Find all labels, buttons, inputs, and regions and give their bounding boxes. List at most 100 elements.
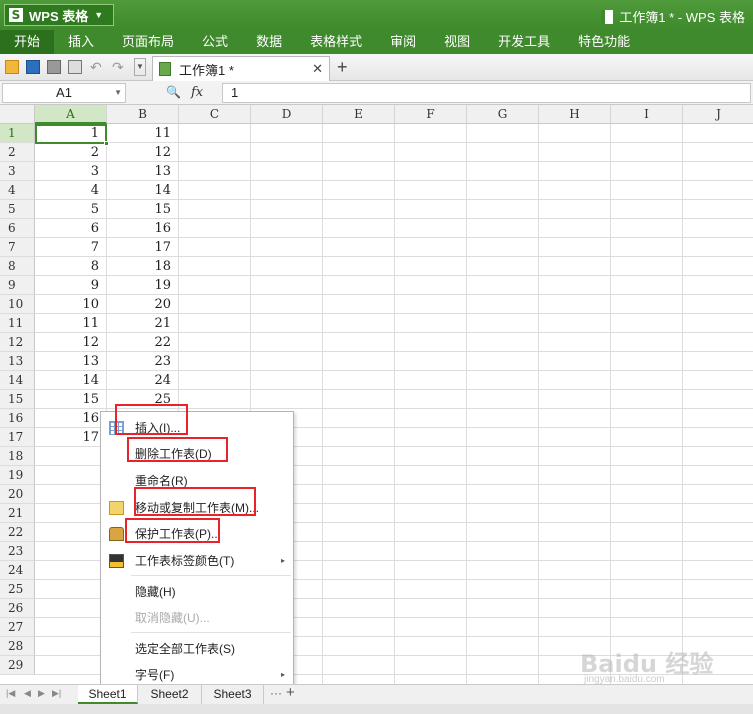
row-header-14[interactable]: 14	[0, 371, 35, 390]
row-header-18[interactable]: 18	[0, 447, 35, 466]
sheet-tab-sheet1[interactable]: Sheet1	[78, 685, 138, 704]
new-tab-button[interactable]: +	[337, 58, 348, 76]
active-cell-a1[interactable]	[35, 124, 109, 146]
cell-b14[interactable]: 24	[107, 371, 179, 390]
context-menu-item-7[interactable]: 隐藏(H)	[101, 580, 293, 604]
row-header-17[interactable]: 17	[0, 428, 35, 447]
chevron-down-icon[interactable]: ▼	[114, 84, 122, 102]
cell-b6[interactable]: 16	[107, 219, 179, 238]
context-menu-item-9[interactable]: 选定全部工作表(S)	[101, 637, 293, 661]
cell-b12[interactable]: 22	[107, 333, 179, 352]
cell-a9[interactable]: 9	[35, 276, 107, 295]
menu-data[interactable]: 数据	[242, 30, 296, 54]
row-header-25[interactable]: 25	[0, 580, 35, 599]
menu-insert[interactable]: 插入	[54, 30, 108, 54]
cell-a11[interactable]: 11	[35, 314, 107, 333]
row-header-29[interactable]: 29	[0, 656, 35, 675]
column-header-h[interactable]: H	[539, 105, 611, 124]
column-header-b[interactable]: B	[107, 105, 179, 124]
prev-sheet-icon[interactable]: ◀	[24, 688, 31, 699]
cell-a8[interactable]: 8	[35, 257, 107, 276]
row-header-6[interactable]: 6	[0, 219, 35, 238]
row-header-13[interactable]: 13	[0, 352, 35, 371]
cell-a3[interactable]: 3	[35, 162, 107, 181]
row-header-12[interactable]: 12	[0, 333, 35, 352]
column-header-g[interactable]: G	[467, 105, 539, 124]
cell-b2[interactable]: 12	[107, 143, 179, 162]
context-menu-item-6[interactable]: 工作表标签颜色(T) ▸	[101, 549, 293, 573]
column-header-e[interactable]: E	[323, 105, 395, 124]
row-header-20[interactable]: 20	[0, 485, 35, 504]
row-header-8[interactable]: 8	[0, 257, 35, 276]
cell-b10[interactable]: 20	[107, 295, 179, 314]
document-tab[interactable]: 工作簿1 * ✕	[152, 56, 330, 81]
row-header-9[interactable]: 9	[0, 276, 35, 295]
redo-icon[interactable]: ↷	[112, 60, 126, 74]
toolbar-more-icon[interactable]: ▼	[134, 58, 146, 76]
row-header-7[interactable]: 7	[0, 238, 35, 257]
row-header-23[interactable]: 23	[0, 542, 35, 561]
menu-table-style[interactable]: 表格样式	[296, 30, 376, 54]
first-sheet-icon[interactable]: |◀	[6, 688, 15, 699]
cell-b4[interactable]: 14	[107, 181, 179, 200]
cell-a2[interactable]: 2	[35, 143, 107, 162]
menu-page-layout[interactable]: 页面布局	[108, 30, 188, 54]
cell-b8[interactable]: 18	[107, 257, 179, 276]
cell-a7[interactable]: 7	[35, 238, 107, 257]
row-header-21[interactable]: 21	[0, 504, 35, 523]
print-icon[interactable]	[47, 60, 61, 74]
menu-formulas[interactable]: 公式	[188, 30, 242, 54]
cell-a4[interactable]: 4	[35, 181, 107, 200]
column-header-f[interactable]: F	[395, 105, 467, 124]
column-header-d[interactable]: D	[251, 105, 323, 124]
close-tab-icon[interactable]: ✕	[312, 61, 323, 77]
more-sheets-icon[interactable]: ···	[270, 686, 282, 700]
function-icon[interactable]: fx	[191, 85, 203, 100]
row-header-5[interactable]: 5	[0, 200, 35, 219]
name-box[interactable]: A1 ▼	[2, 83, 126, 103]
cell-a10[interactable]: 10	[35, 295, 107, 314]
row-header-19[interactable]: 19	[0, 466, 35, 485]
cell-b5[interactable]: 15	[107, 200, 179, 219]
column-header-c[interactable]: C	[179, 105, 251, 124]
last-sheet-icon[interactable]: ▶|	[52, 688, 61, 699]
next-sheet-icon[interactable]: ▶	[38, 688, 45, 699]
sheet-tab-sheet3[interactable]: Sheet3	[202, 685, 264, 704]
fill-handle[interactable]	[104, 141, 109, 146]
add-sheet-button[interactable]: +	[286, 684, 295, 701]
save-icon[interactable]	[26, 60, 40, 74]
app-menu-button[interactable]: S WPS 表格 ▼	[4, 4, 114, 26]
column-header-a[interactable]: A	[35, 105, 107, 124]
row-header-4[interactable]: 4	[0, 181, 35, 200]
row-header-2[interactable]: 2	[0, 143, 35, 162]
cell-a14[interactable]: 14	[35, 371, 107, 390]
cell-b9[interactable]: 19	[107, 276, 179, 295]
print-preview-icon[interactable]	[68, 60, 82, 74]
cell-b7[interactable]: 17	[107, 238, 179, 257]
menu-view[interactable]: 视图	[430, 30, 484, 54]
row-header-26[interactable]: 26	[0, 599, 35, 618]
row-header-28[interactable]: 28	[0, 637, 35, 656]
cell-b1[interactable]: 11	[107, 124, 179, 143]
row-header-3[interactable]: 3	[0, 162, 35, 181]
cell-b3[interactable]: 13	[107, 162, 179, 181]
formula-input[interactable]: 1	[222, 83, 751, 103]
menu-special-features[interactable]: 特色功能	[564, 30, 644, 54]
select-all-corner[interactable]	[0, 105, 35, 124]
cell-a16[interactable]: 16	[35, 409, 107, 428]
row-header-1[interactable]: 1	[0, 124, 35, 143]
cell-b11[interactable]: 21	[107, 314, 179, 333]
row-header-24[interactable]: 24	[0, 561, 35, 580]
row-header-22[interactable]: 22	[0, 523, 35, 542]
cell-a12[interactable]: 12	[35, 333, 107, 352]
cell-a6[interactable]: 6	[35, 219, 107, 238]
cell-a15[interactable]: 15	[35, 390, 107, 409]
column-header-j[interactable]: J	[683, 105, 753, 124]
open-folder-icon[interactable]	[5, 60, 19, 74]
column-header-i[interactable]: I	[611, 105, 683, 124]
cell-a5[interactable]: 5	[35, 200, 107, 219]
menu-home[interactable]: 开始	[0, 30, 55, 54]
zoom-search-icon[interactable]: 🔍	[166, 85, 181, 99]
undo-icon[interactable]: ↶	[90, 60, 104, 74]
menu-review[interactable]: 审阅	[376, 30, 430, 54]
